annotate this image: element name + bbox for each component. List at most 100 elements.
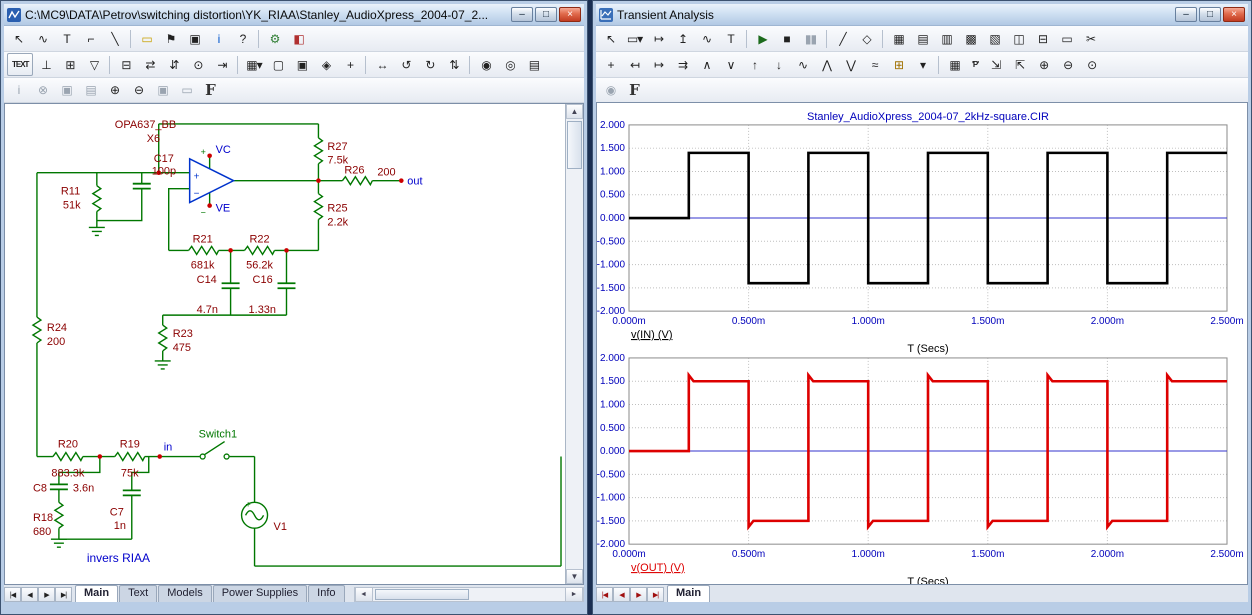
nav-prev[interactable]: ◀ [613, 587, 630, 602]
minimize-button[interactable]: – [1175, 7, 1197, 22]
title-block[interactable]: ▣ [290, 53, 313, 76]
trace-legend[interactable]: v(IN) (V) [631, 329, 673, 341]
resistor-symbol-r23[interactable] [159, 325, 167, 351]
schematic-canvas[interactable]: + − + [5, 104, 565, 584]
resistor-symbol-r24[interactable] [33, 317, 41, 343]
font-button[interactable]: F [199, 79, 222, 102]
data-points[interactable]: ▦ [887, 27, 910, 50]
performance-tag-mode[interactable]: ∿ [695, 27, 718, 50]
node-voltages[interactable]: ⊟ [114, 53, 137, 76]
cursor-mode[interactable]: + [599, 53, 622, 76]
peak[interactable]: ∧ [695, 53, 718, 76]
wire-mode[interactable]: ⌐ [79, 27, 102, 50]
vscroll-track[interactable] [566, 119, 583, 569]
scroll-left-button[interactable]: ◄ [355, 588, 373, 601]
horizontal-scrollbar[interactable]: ◄ ► [354, 587, 584, 602]
flag-mode[interactable]: ⚑ [159, 27, 182, 50]
node-numbers[interactable]: ▽ [82, 53, 105, 76]
scale-mode[interactable]: ⇲ [984, 53, 1007, 76]
wire[interactable] [37, 124, 561, 566]
select-tool[interactable]: ↖ [599, 27, 622, 50]
single-plot[interactable]: ▭ [1055, 27, 1078, 50]
text-stepping-button[interactable]: TEXT [7, 53, 33, 76]
zoom-out[interactable]: ⊖ [1056, 53, 1079, 76]
ruler[interactable]: ▥ [935, 27, 958, 50]
global-low[interactable]: ⋁ [839, 53, 862, 76]
text-mode[interactable]: T [719, 27, 742, 50]
find-part[interactable]: ◉ [474, 53, 497, 76]
plus-marks[interactable]: ▩ [959, 27, 982, 50]
vertical-scrollbar[interactable]: ▲ ▼ [565, 104, 583, 584]
horizontal-tag-mode[interactable]: ↦ [647, 27, 670, 50]
tokens[interactable]: ▤ [911, 27, 934, 50]
resistor-symbol-r11[interactable] [93, 186, 101, 212]
high[interactable]: ↑ [743, 53, 766, 76]
zoom-out[interactable]: ⊖ [127, 79, 150, 102]
resistor-symbol-r18[interactable] [55, 502, 63, 528]
horizontal-axis-grids[interactable]: ◫ [1007, 27, 1030, 50]
maximize-button[interactable]: □ [1199, 7, 1221, 22]
resistor-symbol-r22[interactable] [245, 246, 275, 254]
component-mode[interactable]: ∿ [31, 27, 54, 50]
tab-info[interactable]: Info [308, 585, 344, 602]
minimize-button[interactable]: – [511, 7, 533, 22]
stop-button[interactable]: ■ [775, 27, 798, 50]
run-button[interactable]: ▶ [751, 27, 774, 50]
source-v1[interactable]: + [242, 499, 268, 528]
cross-hair-cursor[interactable]: + [338, 53, 361, 76]
current-display[interactable]: ⇄ [138, 53, 161, 76]
resistor-symbol-r27[interactable] [314, 138, 322, 164]
vscroll-thumb[interactable] [567, 121, 582, 169]
rotate-left[interactable]: ↺ [394, 53, 417, 76]
attribute-text[interactable]: ⊞ [58, 53, 81, 76]
grid-dropdown[interactable]: ▦▾ [242, 53, 265, 76]
close-button[interactable]: × [1223, 7, 1245, 22]
flip-vertical[interactable]: ⇅ [442, 53, 465, 76]
add-waveform[interactable]: ⊞ [887, 53, 910, 76]
info-mode[interactable]: i [207, 27, 230, 50]
tab-text[interactable]: Text [119, 585, 157, 602]
pin-connections[interactable]: ⊥ [34, 53, 57, 76]
info-sheet[interactable]: ▤ [522, 53, 545, 76]
select-tool[interactable]: ↖ [7, 27, 30, 50]
opamp-x6[interactable]: + − [190, 159, 234, 203]
move-part[interactable]: ↔ [370, 53, 393, 76]
zoom-in[interactable]: ⊕ [1032, 53, 1055, 76]
nav-next[interactable]: ▶ [38, 587, 55, 602]
tab-power-supplies[interactable]: Power Supplies [213, 585, 307, 602]
hscroll-track[interactable] [373, 588, 565, 601]
point-to-point-mode[interactable]: ⚙ [263, 27, 286, 50]
find-next[interactable]: ◎ [498, 53, 521, 76]
pin-current[interactable]: ⇥ [210, 53, 233, 76]
font-button[interactable]: F [623, 79, 646, 102]
hscroll-thumb[interactable] [375, 589, 469, 600]
nav-first[interactable]: |◀ [596, 587, 613, 602]
switch1[interactable] [200, 442, 229, 459]
scroll-down-button[interactable]: ▼ [566, 569, 583, 584]
nav-last[interactable]: ▶| [55, 587, 72, 602]
zoom-in[interactable]: ⊕ [103, 79, 126, 102]
polygon-tool[interactable]: ◇ [855, 27, 878, 50]
waveform-dropdown[interactable]: ▾ [911, 53, 934, 76]
cut-mode[interactable]: ✂ [1079, 27, 1102, 50]
go-to-left[interactable]: ↤ [623, 53, 646, 76]
line-tool[interactable]: ╱ [831, 27, 854, 50]
condition-display[interactable]: ⊙ [186, 53, 209, 76]
cursor-scale[interactable]: ⇱ [1008, 53, 1031, 76]
go-to-performance[interactable]: ≈ [863, 53, 886, 76]
next-simulation-point[interactable]: ⇉ [671, 53, 694, 76]
plot-panel[interactable]: Stanley_AudioXpress_2004-07_2kHz-square.… [596, 102, 1248, 585]
scroll-right-button[interactable]: ► [565, 588, 583, 601]
nav-last[interactable]: ▶| [647, 587, 664, 602]
schematic-titlebar[interactable]: C:\MC9\DATA\Petrov\switching distortion\… [4, 4, 584, 26]
scroll-up-button[interactable]: ▲ [566, 104, 583, 119]
picture-mode[interactable]: ▣ [183, 27, 206, 50]
low[interactable]: ↓ [767, 53, 790, 76]
tab-models[interactable]: Models [158, 585, 211, 602]
vertical-axis-grids[interactable]: ⊟ [1031, 27, 1054, 50]
graphics-dropdown[interactable]: ▭▾ [623, 27, 646, 50]
power-display[interactable]: ⇵ [162, 53, 185, 76]
valley[interactable]: ∨ [719, 53, 742, 76]
nav-next[interactable]: ▶ [630, 587, 647, 602]
trace-legend[interactable]: v(OUT) (V) [631, 562, 685, 574]
